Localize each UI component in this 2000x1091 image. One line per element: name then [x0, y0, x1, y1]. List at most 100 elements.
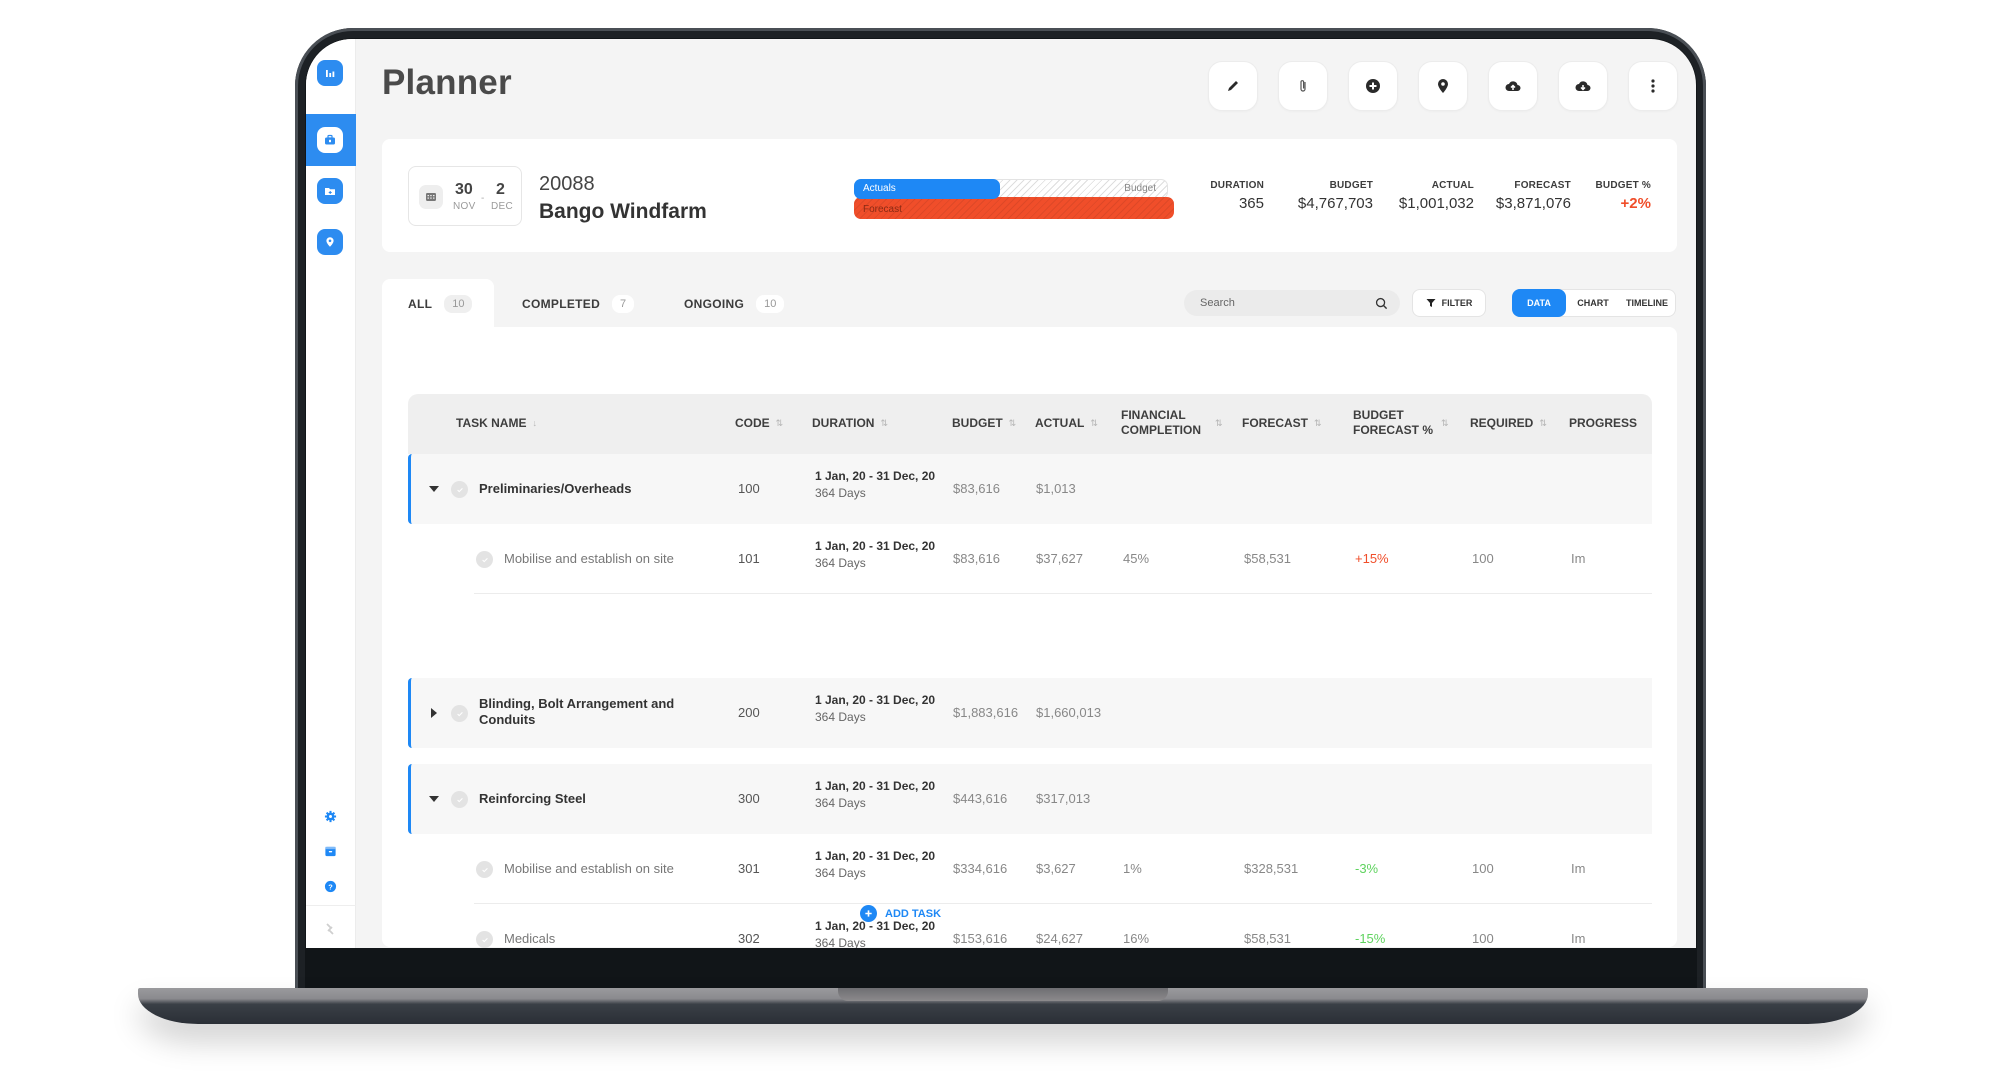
- sidebar-item-add-folder[interactable]: [317, 178, 343, 204]
- sort-icon: ⇅: [775, 418, 784, 428]
- column-duration[interactable]: DURATION ⇅: [812, 416, 888, 431]
- stat-actual: ACTUAL $1,001,032: [1399, 180, 1474, 212]
- check-circle-icon[interactable]: [476, 861, 493, 878]
- start-month: NOV: [453, 201, 476, 212]
- help-icon: ?: [324, 880, 336, 892]
- app-logo: [323, 922, 337, 936]
- filter-button[interactable]: FILTER: [1412, 289, 1486, 317]
- task-name: Blinding, Bolt Arrangement and Conduits: [479, 696, 675, 727]
- add-task-label: ADD TASK: [885, 907, 942, 920]
- task-row[interactable]: Mobilise and establish on site 101 1 Jan, …: [408, 524, 1652, 594]
- day-count: 364 Days: [815, 486, 866, 500]
- column-budget-forecast[interactable]: BUDGET FORECAST % ⇅: [1353, 408, 1453, 438]
- task-budget-forecast: -15%: [1355, 931, 1386, 946]
- column-task-name[interactable]: TASK NAME ↓: [456, 416, 537, 431]
- view-chart[interactable]: CHART: [1566, 289, 1620, 317]
- more-vertical-icon: [1651, 79, 1655, 93]
- settings-button[interactable]: [323, 809, 337, 823]
- download-button[interactable]: [1558, 61, 1608, 111]
- task-actual: $1,660,013: [1036, 705, 1102, 720]
- svg-text:?: ?: [328, 882, 333, 891]
- stat-duration: DURATION 365: [1210, 180, 1264, 212]
- sidebar-item-projects[interactable]: [306, 114, 356, 166]
- add-button[interactable]: [1348, 61, 1398, 111]
- check-circle-icon[interactable]: [451, 791, 468, 808]
- check-circle-icon[interactable]: [451, 481, 468, 498]
- task-group-row[interactable]: Preliminaries/Overheads 100 1 Jan, 20 - 31…: [408, 454, 1652, 524]
- stat-budget-percent: BUDGET % +2%: [1596, 180, 1652, 212]
- view-timeline[interactable]: TIMELINE: [1620, 289, 1674, 317]
- tab-all[interactable]: ALL 10: [408, 295, 473, 313]
- task-actual: $317,013: [1036, 791, 1091, 806]
- task-group-row[interactable]: Reinforcing Steel 300 1 Jan, 20 - 31 Dec, …: [408, 764, 1652, 834]
- stat-label: FORECAST: [1514, 180, 1571, 191]
- location-button[interactable]: [1418, 61, 1468, 111]
- collapse-caret-icon[interactable]: [427, 792, 441, 806]
- archive-button[interactable]: [323, 844, 337, 858]
- attach-button[interactable]: [1278, 61, 1328, 111]
- task-name: Mobilise and establish on site: [504, 861, 674, 876]
- task-duration: 1 Jan, 20 - 31 Dec, 20 364 Days: [815, 539, 935, 570]
- column-required[interactable]: REQUIRED ⇅: [1470, 416, 1547, 431]
- expand-caret-icon[interactable]: [427, 706, 441, 720]
- sidebar-item-reports[interactable]: [317, 60, 343, 86]
- day-count: 364 Days: [815, 936, 866, 948]
- column-forecast[interactable]: FORECAST ⇅: [1242, 416, 1322, 431]
- edit-button[interactable]: [1208, 61, 1258, 111]
- task-budget-forecast: -3%: [1355, 861, 1379, 876]
- task-row[interactable]: Mobilise and establish on site 301 1 Jan, …: [408, 834, 1652, 904]
- sort-icon: ⇅: [1090, 418, 1098, 428]
- check-circle-icon[interactable]: [451, 705, 468, 722]
- date-range-picker[interactable]: 30 NOV - 2 DEC: [408, 166, 522, 226]
- cloud-download-icon: [1575, 81, 1591, 91]
- upload-button[interactable]: [1488, 61, 1538, 111]
- gear-icon: [324, 810, 336, 822]
- search-icon[interactable]: [1375, 297, 1388, 310]
- task-actual: $37,627: [1036, 551, 1083, 566]
- check-circle-icon[interactable]: [476, 931, 493, 948]
- column-code[interactable]: CODE ⇅: [735, 416, 783, 431]
- toolbar: [1208, 61, 1678, 111]
- tab-completed[interactable]: COMPLETED 7: [522, 295, 635, 313]
- task-forecast: $58,531: [1244, 931, 1291, 946]
- help-button[interactable]: ?: [323, 879, 337, 893]
- plus-circle-icon: [860, 905, 877, 922]
- task-code: 302: [738, 931, 760, 946]
- date-range: 1 Jan, 20 - 31 Dec, 20: [815, 469, 936, 483]
- tab-count: 10: [444, 295, 473, 313]
- task-required: 100: [1472, 931, 1494, 946]
- task-code: 101: [738, 551, 760, 566]
- view-data[interactable]: DATA: [1512, 289, 1566, 317]
- column-budget[interactable]: BUDGET ⇅: [952, 416, 1016, 431]
- column-actual[interactable]: ACTUAL ⇅: [1035, 416, 1098, 431]
- column-label: BUDGET FORECAST %: [1353, 408, 1434, 437]
- tab-ongoing[interactable]: ONGOING 10: [684, 295, 785, 313]
- logo-icon: [326, 923, 334, 935]
- task-row[interactable]: Medicals 302 1 Jan, 20 - 31 Dec, 20 364 Day…: [408, 904, 1652, 948]
- sidebar-item-locations[interactable]: [317, 229, 343, 255]
- task-name: Preliminaries/Overheads: [479, 481, 632, 496]
- sort-icon: ⇅: [880, 418, 888, 428]
- add-task-button[interactable]: ADD TASK: [860, 905, 941, 922]
- date-range: 1 Jan, 20 - 31 Dec, 20: [815, 779, 936, 793]
- search-input[interactable]: [1200, 297, 1375, 309]
- stat-value: $4,767,703: [1297, 195, 1373, 212]
- task-budget: $334,616: [953, 861, 1008, 876]
- tab-label: COMPLETED: [522, 297, 601, 311]
- date-range: 1 Jan, 20 - 31 Dec, 20: [815, 693, 936, 707]
- task-required: 100: [1472, 861, 1494, 876]
- column-label: REQUIRED: [1470, 416, 1534, 430]
- sidebar: ?: [306, 39, 356, 948]
- column-progress[interactable]: PROGRESS: [1569, 416, 1637, 431]
- task-budget: $83,616: [953, 481, 1000, 496]
- column-label: BUDGET: [952, 416, 1003, 430]
- task-forecast: $328,531: [1244, 861, 1299, 876]
- task-duration: 1 Jan, 20 - 31 Dec, 20 364 Days: [815, 779, 935, 810]
- more-button[interactable]: [1628, 61, 1678, 111]
- task-table: TASK NAME ↓ CODE ⇅ DURATION ⇅ BUDGET ⇅ ACTUA…: [382, 327, 1677, 948]
- check-circle-icon[interactable]: [476, 551, 493, 568]
- task-group-row[interactable]: Blinding, Bolt Arrangement and Conduits 2…: [408, 678, 1652, 748]
- column-financial-completion[interactable]: FINANCIAL COMPLETION ⇅: [1121, 408, 1226, 438]
- collapse-caret-icon[interactable]: [427, 482, 441, 496]
- stat-label: ACTUAL: [1431, 180, 1474, 191]
